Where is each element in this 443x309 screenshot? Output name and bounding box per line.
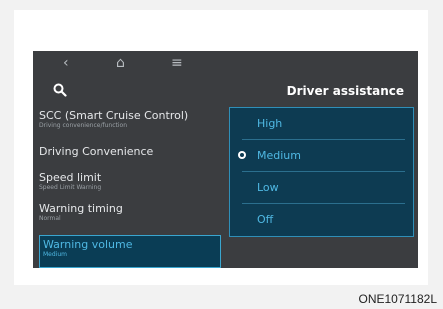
menu-item-label: Warning volume <box>43 238 133 251</box>
page-title: Driver assistance <box>286 84 404 98</box>
home-icon[interactable]: ⌂ <box>116 53 125 73</box>
menu-item-warning-timing[interactable]: Warning timing Normal <box>39 202 219 223</box>
infotainment-screen: ‹ ⌂ ≡ Driver assistance SCC (Smart Cruis… <box>33 51 418 268</box>
back-icon[interactable]: ‹ <box>63 53 69 73</box>
option-label: Off <box>257 213 274 226</box>
option-label: Low <box>257 181 279 194</box>
menu-item-label: Speed limit <box>39 171 102 184</box>
menu-item-scc[interactable]: SCC (Smart Cruise Control) Driving conve… <box>39 109 219 130</box>
option-medium[interactable]: Medium <box>230 140 413 172</box>
option-label: Medium <box>257 149 301 162</box>
top-bar: ‹ ⌂ ≡ <box>33 51 418 79</box>
menu-item-label: SCC (Smart Cruise Control) <box>39 109 189 122</box>
search-icon[interactable] <box>53 83 67 97</box>
menu-item-warning-volume[interactable]: Warning volume Medium <box>39 235 221 268</box>
option-low[interactable]: Low <box>230 172 413 204</box>
option-off[interactable]: Off <box>230 204 413 236</box>
menu-item-sub: Normal <box>39 215 61 222</box>
menu-item-sub: Speed Limit Warning <box>39 184 102 191</box>
radio-selected-icon <box>238 151 246 159</box>
options-panel: High Medium Low Off <box>229 107 414 237</box>
menu-item-sub: Driving convenience/function <box>39 122 127 129</box>
menu-item-sub: Medium <box>43 251 67 258</box>
menu-item-driving-convenience[interactable]: Driving Convenience <box>39 145 219 158</box>
option-high[interactable]: High <box>230 108 413 140</box>
menu-item-speed-limit[interactable]: Speed limit Speed Limit Warning <box>39 171 219 192</box>
option-label: High <box>257 117 283 130</box>
menu-icon[interactable]: ≡ <box>171 53 183 73</box>
figure-caption: ONE1071182L <box>358 292 437 306</box>
menu-item-label: Driving Convenience <box>39 145 154 158</box>
menu-item-label: Warning timing <box>39 202 123 215</box>
